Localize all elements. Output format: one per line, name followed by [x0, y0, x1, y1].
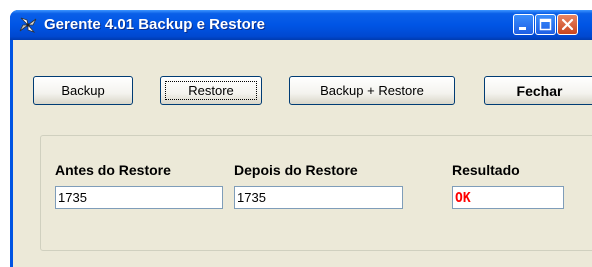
- app-window: Gerente 4.01 Backup e Restore Backup Res…: [10, 10, 592, 267]
- focus-ring: [165, 81, 257, 100]
- after-restore-value: 1735: [237, 190, 266, 205]
- minimize-icon: [519, 27, 526, 30]
- pinwheel-app-icon: [19, 17, 37, 33]
- backup-restore-button[interactable]: Backup + Restore: [289, 76, 455, 105]
- result-field[interactable]: OK: [452, 186, 564, 209]
- maximize-icon: [539, 18, 552, 31]
- after-restore-field[interactable]: 1735: [234, 186, 403, 209]
- fechar-button[interactable]: Fechar: [484, 76, 592, 105]
- restore-button[interactable]: Restore: [160, 76, 262, 105]
- close-icon: [561, 18, 574, 31]
- after-restore-label: Depois do Restore: [234, 162, 358, 178]
- title-bar[interactable]: Gerente 4.01 Backup e Restore: [10, 10, 592, 40]
- maximize-button[interactable]: [535, 14, 556, 35]
- minimize-button[interactable]: [513, 14, 534, 35]
- before-restore-label: Antes do Restore: [55, 162, 171, 178]
- result-value: OK: [455, 191, 471, 206]
- before-restore-value: 1735: [58, 190, 87, 205]
- before-restore-field[interactable]: 1735: [55, 186, 223, 209]
- close-window-button[interactable]: [557, 14, 578, 35]
- backup-button-label: Backup: [61, 83, 105, 98]
- backup-button[interactable]: Backup: [33, 76, 133, 105]
- fechar-button-label: Fechar: [516, 82, 563, 99]
- window-title: Gerente 4.01 Backup e Restore: [44, 16, 265, 33]
- backup-restore-button-label: Backup + Restore: [320, 83, 424, 98]
- result-label: Resultado: [452, 162, 520, 178]
